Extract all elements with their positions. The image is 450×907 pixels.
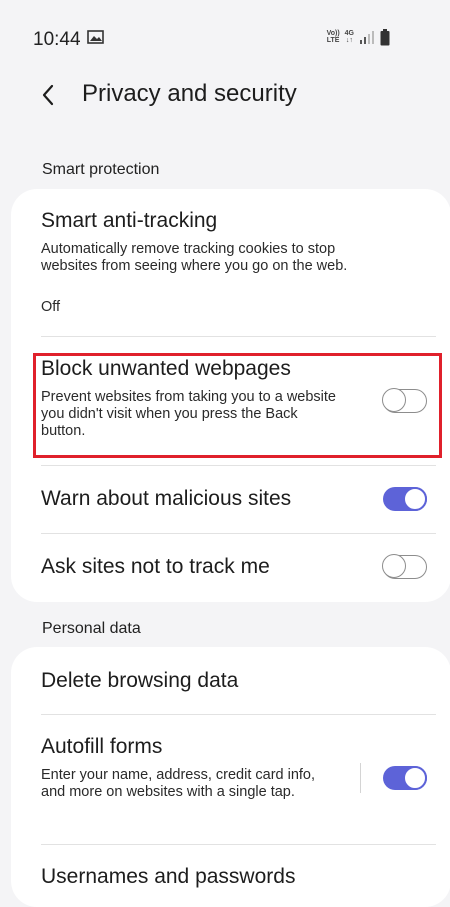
vertical-separator (360, 763, 361, 793)
setting-title: Autofill forms (41, 735, 163, 758)
highlight-box (33, 353, 442, 458)
setting-description: Automatically remove tracking cookies to… (41, 241, 348, 274)
setting-autofill-forms[interactable]: Autofill forms Enter your name, address,… (11, 715, 450, 843)
volte-indicator: Vo)) LTE (326, 30, 340, 44)
setting-title: Usernames and passwords (41, 865, 296, 888)
status-icons: Vo)) LTE 4G ↓↑ (327, 27, 390, 47)
status-time: 10:44 (33, 29, 81, 50)
section-header-personal-data: Personal data (42, 620, 141, 637)
gallery-icon (87, 30, 104, 44)
setting-smart-anti-tracking[interactable]: Smart anti-tracking Automatically remove… (11, 189, 450, 337)
do-not-track-toggle[interactable] (382, 554, 427, 579)
setting-title: Delete browsing data (41, 669, 239, 692)
network-indicator: 4G ↓↑ (344, 30, 354, 44)
setting-title: Ask sites not to track me (41, 555, 270, 578)
back-icon[interactable] (40, 82, 56, 108)
toggle-knob (403, 766, 427, 790)
setting-title: Smart anti-tracking (41, 209, 218, 232)
toggle-knob (382, 554, 407, 579)
signal-icon (359, 30, 375, 44)
autofill-forms-toggle[interactable] (383, 766, 427, 790)
section-header-smart-protection: Smart protection (42, 161, 160, 178)
personal-data-card: Delete browsing data Autofill forms Ente… (11, 647, 450, 907)
toggle-knob (403, 487, 427, 511)
page-title: Privacy and security (82, 80, 297, 107)
setting-status: Off (41, 299, 61, 315)
battery-icon (380, 28, 390, 46)
setting-delete-browsing-data[interactable]: Delete browsing data (11, 647, 450, 715)
status-bar: 10:44 Vo)) LTE 4G ↓↑ (0, 0, 450, 70)
warn-malicious-sites-toggle[interactable] (383, 487, 427, 511)
setting-warn-malicious-sites[interactable]: Warn about malicious sites (11, 466, 450, 533)
setting-description: Enter your name, address, credit card in… (41, 767, 316, 800)
setting-title: Warn about malicious sites (41, 487, 292, 510)
app-header: Privacy and security (0, 70, 450, 120)
setting-usernames-passwords[interactable]: Usernames and passwords (11, 845, 450, 907)
setting-do-not-track[interactable]: Ask sites not to track me (11, 534, 450, 602)
